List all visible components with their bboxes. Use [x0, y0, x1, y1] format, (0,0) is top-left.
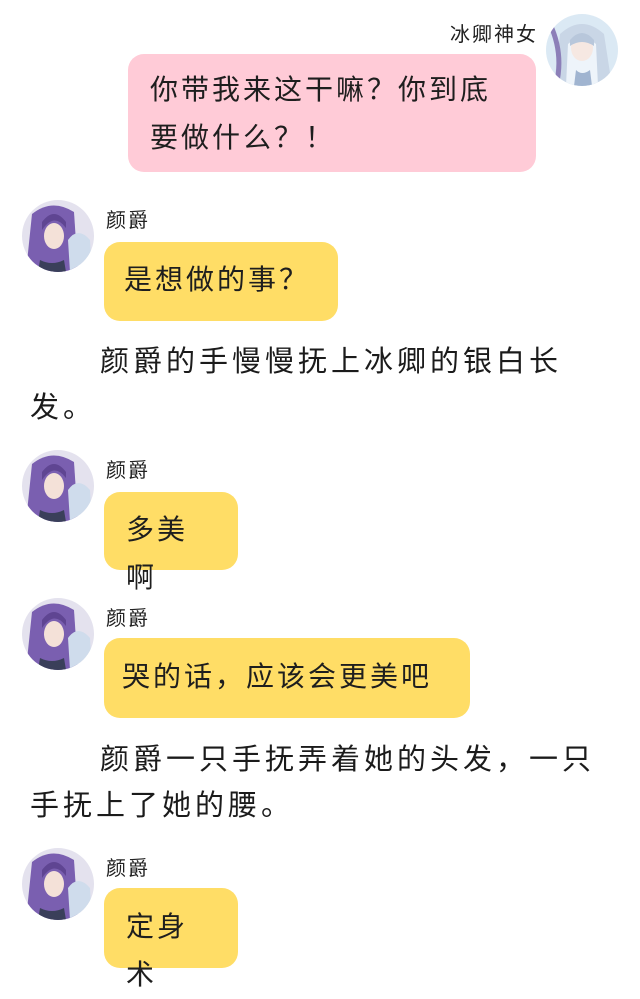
avatar-yanjue[interactable]	[22, 450, 94, 522]
speaker-name: 颜爵	[106, 458, 150, 482]
chat-message-left: 颜爵 定身术	[0, 838, 640, 991]
message-bubble: 你带我来这干嘛？你到底要做什么？！	[128, 54, 536, 172]
chat-message-left: 颜爵 哭的话，应该会更美吧	[0, 588, 640, 723]
speaker-name: 颜爵	[106, 606, 150, 630]
avatar-yanjue[interactable]	[22, 848, 94, 920]
chat-message-right: 冰卿神女 你带我来这干嘛？你到底要做什么？！	[0, 0, 640, 180]
message-bubble: 定身术	[104, 888, 238, 991]
speaker-name: 冰卿神女	[450, 22, 538, 46]
speaker-name: 颜爵	[106, 208, 150, 232]
avatar-bingqing[interactable]	[546, 14, 618, 86]
avatar-yanjue[interactable]	[22, 200, 94, 272]
chat-message-left: 颜爵 多美啊	[0, 440, 640, 594]
speaker-name: 颜爵	[106, 856, 150, 880]
message-bubble: 是想做的事？	[104, 242, 338, 321]
chat-message-left: 颜爵 是想做的事？	[0, 190, 640, 325]
avatar-yanjue[interactable]	[22, 598, 94, 670]
message-bubble: 哭的话，应该会更美吧	[104, 638, 470, 718]
narration-text: 颜爵一只手抚弄着她的头发，一只手抚上了她的腰。	[30, 742, 596, 822]
narration-text: 颜爵的手慢慢抚上冰卿的银白长发。	[30, 344, 563, 424]
message-bubble: 多美啊	[104, 492, 238, 594]
